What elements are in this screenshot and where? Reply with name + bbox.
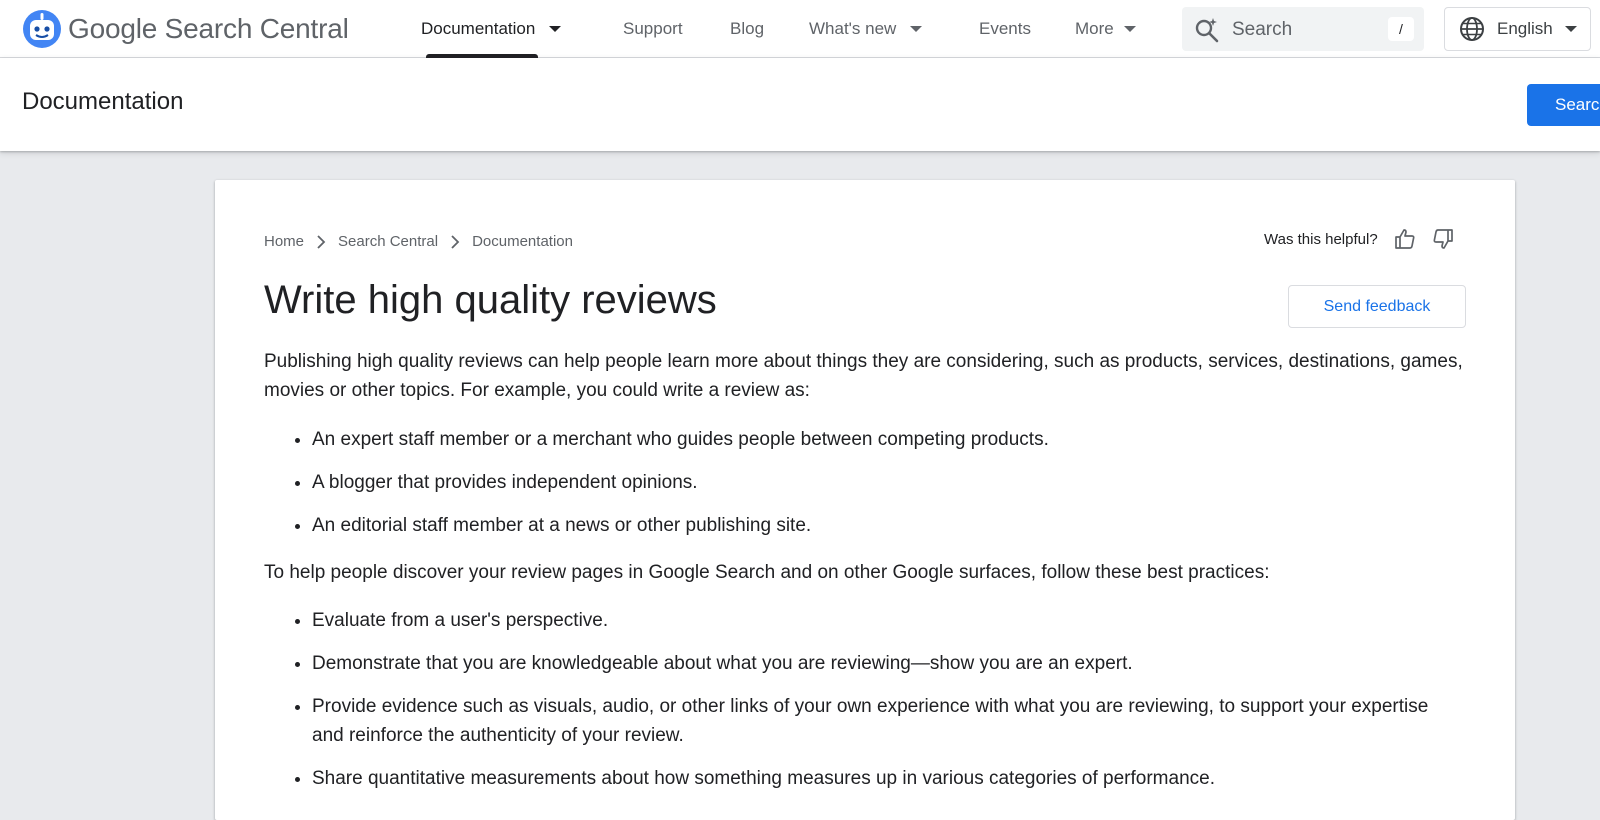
nav-blog[interactable]: Blog	[730, 0, 764, 58]
list-item: An expert staff member or a merchant who…	[312, 425, 1464, 454]
nav-label: Events	[979, 19, 1031, 38]
caret-down-icon	[549, 26, 562, 32]
search-console-button[interactable]: Search	[1527, 84, 1600, 126]
review-roles-list: An expert staff member or a merchant who…	[264, 425, 1464, 554]
globe-icon	[1460, 17, 1484, 41]
breadcrumb-documentation[interactable]: Documentation	[472, 233, 573, 250]
search-shortcut-key: /	[1388, 17, 1414, 41]
nav-whats-new[interactable]: What's new	[809, 0, 923, 58]
search-central-robot-icon	[23, 10, 61, 48]
language-label: English	[1497, 19, 1553, 38]
list-item: An editorial staff member at a news or o…	[312, 511, 1464, 540]
chevron-right-icon	[450, 234, 460, 249]
nav-label: What's new	[809, 19, 897, 38]
nav-label: Blog	[730, 19, 765, 38]
breadcrumb-search-central[interactable]: Search Central	[338, 233, 438, 250]
list-item: A blogger that provides independent opin…	[312, 468, 1464, 497]
list-item: Provide evidence such as visuals, audio,…	[312, 692, 1464, 750]
list-item: Share quantitative measurements about ho…	[312, 764, 1464, 793]
page-title: Write high quality reviews	[264, 278, 717, 322]
thumb-down-icon[interactable]	[1432, 228, 1454, 250]
nav-documentation[interactable]: Documentation	[421, 0, 562, 58]
intro-paragraph: Publishing high quality reviews can help…	[264, 351, 1463, 401]
best-practices-list: Evaluate from a user's perspective. Demo…	[264, 606, 1464, 807]
nav-label: Support	[623, 19, 683, 38]
site-search[interactable]: /	[1182, 7, 1424, 53]
practices-intro-paragraph: To help people discover your review page…	[264, 562, 1270, 583]
caret-down-icon	[1123, 26, 1136, 32]
nav-more[interactable]: More	[1075, 0, 1136, 58]
top-navigation-bar: Google Search Central Documentation Supp…	[0, 0, 1600, 58]
section-title: Documentation	[22, 88, 184, 115]
thumb-up-icon[interactable]	[1394, 228, 1416, 250]
nav-label: Documentation	[421, 19, 536, 38]
caret-down-icon	[910, 26, 923, 32]
article-card: Home Search Central Documentation Was th…	[215, 180, 1515, 820]
list-item: Demonstrate that you are knowledgeable a…	[312, 649, 1464, 678]
section-header: Documentation Search	[0, 58, 1600, 151]
site-logo[interactable]: Google Search Central	[22, 9, 349, 49]
search-input[interactable]	[1230, 7, 1384, 53]
helpful-label: Was this helpful?	[1264, 230, 1378, 248]
chevron-right-icon	[316, 234, 326, 249]
nav-events[interactable]: Events	[979, 0, 1031, 58]
nav-support[interactable]: Support	[623, 0, 683, 58]
caret-down-icon	[1564, 26, 1577, 32]
search-sparkle-icon	[1195, 18, 1219, 43]
nav-label: More	[1075, 19, 1114, 38]
language-selector[interactable]: English	[1444, 7, 1591, 51]
breadcrumb-home[interactable]: Home	[264, 233, 304, 250]
breadcrumb: Home Search Central Documentation	[264, 233, 573, 250]
send-feedback-button[interactable]: Send feedback	[1288, 285, 1466, 328]
list-item: Evaluate from a user's perspective.	[312, 606, 1464, 635]
site-title: Google Search Central	[68, 13, 349, 44]
helpfulness-widget: Was this helpful?	[1264, 228, 1454, 250]
